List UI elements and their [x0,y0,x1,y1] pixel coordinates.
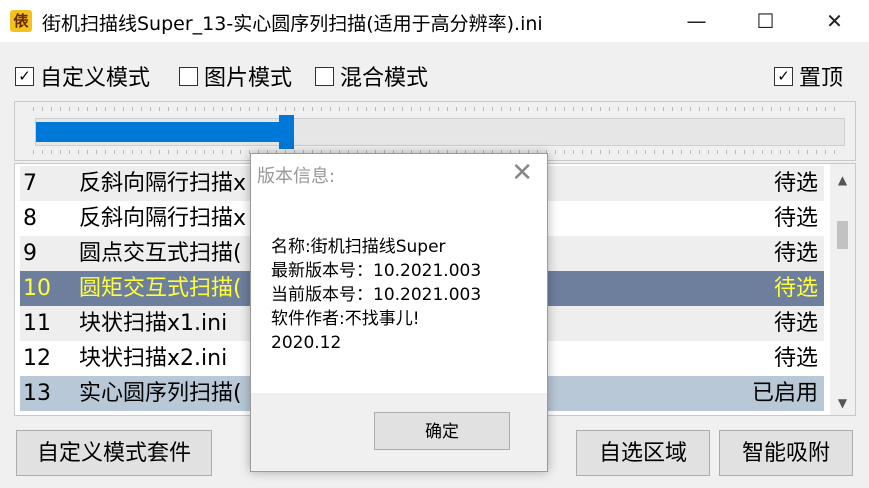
list-item-name: 块状扫描x2.ini [79,346,228,371]
list-item-number: 7 [23,171,37,196]
slider-thumb[interactable] [279,115,294,149]
author-line: 软件作者:不找事儿! [271,309,420,329]
slider-frame [14,101,856,161]
app-name-line: 名称:街机扫描线Super [271,237,446,257]
list-item-name: 反斜向隔行扫描x [79,206,247,231]
minimize-button[interactable]: — [662,0,731,42]
close-button[interactable]: ✕ [800,0,869,42]
app-icon: 俵 [10,10,32,32]
image-mode-check-icon[interactable] [179,66,198,86]
title-bar: 俵 街机扫描线Super_13-实心圆序列扫描(适用于高分辨率).ini — ☐… [0,0,869,42]
date-line: 2020.12 [271,333,342,353]
slider-track[interactable] [35,115,845,149]
list-item-name: 空心点序列扫描 [79,411,233,415]
list-item-status: 待选 [773,241,818,266]
slider-ticks-top [33,107,841,111]
list-item-number: 10 [23,276,51,301]
dialog-title: 版本信息: [257,166,336,187]
scrollbar-thumb[interactable] [837,221,848,249]
window-title: 街机扫描线Super_13-实心圆序列扫描(适用于高分辨率).ini [42,13,543,35]
custom-mode-checkbox[interactable]: ✓ 自定义模式 [15,60,150,92]
list-item-name: 反斜向隔行扫描x [79,171,247,196]
scroll-up-icon[interactable]: ▲ [830,168,855,192]
list-item-name: 块状扫描x1.ini [79,311,228,336]
list-item-status: 待选 [773,171,818,196]
latest-version-line: 最新版本号：10.2021.003 [271,261,482,281]
dialog-footer: 确定 [251,393,547,471]
dialog-close-icon[interactable]: ✕ [511,158,533,188]
list-item-status: 已启用 [751,381,818,406]
slider-fill [36,122,286,142]
list-item-name: 圆矩交互式扫描( [79,276,242,301]
list-item-name: 实心圆序列扫描( [79,381,242,406]
maximize-button[interactable]: ☐ [731,0,800,42]
list-item-name: 圆点交互式扫描( [79,241,242,266]
custom-mode-label: 自定义模式 [40,66,151,91]
topmost-checkbox[interactable]: ✓ 置顶 [774,60,843,92]
list-item-status: 待选 [773,311,818,336]
version-dialog: 版本信息: ✕ 名称:街机扫描线Super 最新版本号：10.2021.003 … [250,153,548,472]
list-item-status: 待选 [773,346,818,371]
mixed-mode-label: 混合模式 [340,66,429,91]
list-item-number: 8 [23,206,37,231]
list-item-status: 待选 [773,206,818,231]
mixed-mode-checkbox[interactable]: 混合模式 [315,60,428,92]
topmost-check-icon[interactable]: ✓ [774,66,793,86]
list-item-number: 13 [23,381,51,406]
image-mode-checkbox[interactable]: 图片模式 [179,60,292,92]
custom-suite-button[interactable]: 自定义模式套件 [16,430,212,476]
select-region-button[interactable]: 自选区域 [576,430,710,476]
custom-mode-check-icon[interactable]: ✓ [15,66,34,86]
list-item-number: 12 [23,346,51,371]
dialog-body: 名称:街机扫描线Super 最新版本号：10.2021.003 当前版本号：10… [271,235,481,355]
list-item-status: 待选 [773,276,818,301]
ok-button[interactable]: 确定 [374,412,510,450]
list-scrollbar[interactable]: ▲ ▼ [830,164,855,415]
mixed-mode-check-icon[interactable] [315,66,334,86]
list-item-number: 9 [23,241,37,266]
list-item-number: 11 [23,311,51,336]
current-version-line: 当前版本号：10.2021.003 [271,285,482,305]
list-item-number: 14 [23,411,51,415]
topmost-label: 置顶 [799,66,844,91]
smart-snap-button[interactable]: 智能吸附 [719,430,853,476]
list-item-status: 待选 [774,411,818,415]
scroll-down-icon[interactable]: ▼ [830,391,855,415]
image-mode-label: 图片模式 [204,66,293,91]
